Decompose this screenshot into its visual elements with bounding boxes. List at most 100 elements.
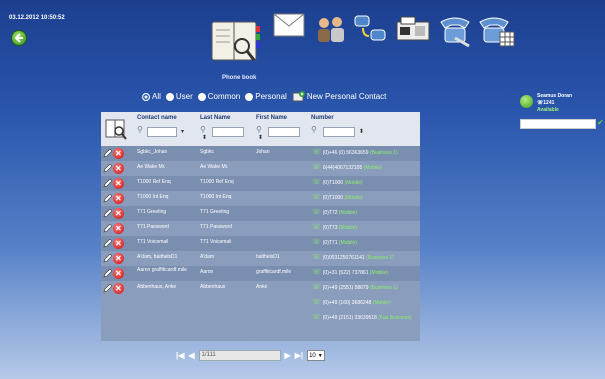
cell-first-name: graffiticardf.mile [256,269,292,275]
phone-number[interactable]: ☏ (0)+49 (2151) 33639518 (Fax Business) [312,313,416,321]
sort-arrow-icon[interactable]: ⬍ [202,134,207,141]
filter-personal[interactable]: Personal [245,92,287,101]
phone-number[interactable]: ☏ (0)+31 (522) 737861 (Mobile) [312,268,388,276]
page-size-select[interactable]: 10 ▼ [307,350,325,361]
radio-icon[interactable] [165,92,174,101]
delete-icon[interactable] [113,148,124,159]
table-row[interactable]: T71 Password T71 Password ☏(0)T73 (Mobile) [101,221,420,236]
back-button[interactable] [11,30,27,46]
delete-icon[interactable] [113,223,124,234]
users-icon[interactable] [312,14,350,44]
cell-last-name: Ae Wake Mr. [200,164,229,170]
radio-icon[interactable] [197,92,206,101]
status-message-input[interactable] [520,119,596,129]
last-name-filter-input[interactable] [212,127,244,137]
edit-icon[interactable] [103,209,112,218]
first-page-button[interactable]: |◀ [176,351,184,360]
presence-icon [520,95,533,108]
table-row[interactable]: Aaron graffiticardf.mile Aaron graffiticar… [101,266,420,281]
edit-icon[interactable] [103,179,112,188]
edit-icon[interactable] [103,149,112,158]
row-actions [103,163,128,174]
section-title: Phone book [222,75,257,81]
phone-number[interactable]: ☏ 0(44)4067132105 (Mobile) [312,163,382,171]
filter-all[interactable]: All [142,92,161,101]
prev-page-button[interactable]: ◀ [188,351,194,360]
cell-contact-name: T71 Voicemail [137,239,169,245]
phone-icon: ☏ [312,209,321,216]
phone-number[interactable]: ☏ (0)+46 (0) 56363659 (Business 1) [312,148,398,156]
add-contact-icon [292,91,305,102]
phone-number[interactable]: ☏ (0)T71 (Mobile) [312,238,357,246]
phone-icon: ☏ [312,164,321,171]
delete-icon[interactable] [113,178,124,189]
search-icon: ⚲ [200,125,206,134]
first-name-filter-input[interactable] [268,127,300,137]
column-contact-name[interactable]: Contact name [137,115,177,121]
table-row[interactable]: T71 Voicemail T71 Voicemail ☏(0)T71 (Mobil… [101,236,420,251]
delete-icon[interactable] [113,268,124,279]
edit-icon[interactable] [103,254,112,263]
search-icon: ⚲ [137,125,143,134]
number-filter-input[interactable] [323,127,355,137]
phone-number[interactable]: ☏ (0)T1000 (Mobile) [312,193,363,201]
call-transfer-icon[interactable] [353,14,389,46]
table-row[interactable]: T1000 Int Enq T1000 Int Enq ☏(0)T1000 (Mob… [101,191,420,206]
table-row[interactable]: Sgbkc_Johan Sgbkc Johan ☏(0)+46 (0) 5636365… [101,146,420,161]
row-actions [103,238,128,249]
fax-icon[interactable] [395,14,431,44]
table-row[interactable]: A'dam, balthelsD1 A'dam balthelsD1 ☏(0)0031… [101,251,420,266]
phone-icon: ☏ [312,149,321,156]
table-header: Contact name Last Name First Name Number… [101,112,420,146]
table-row[interactable]: T1000 Ref Enq T1000 Ref Enq ☏(0)T1000 (Mob… [101,176,420,191]
row-actions [103,268,128,279]
table-row[interactable]: T71 Greeting T71 Greeting ☏(0)T72 (Mobile) [101,206,420,221]
table-row[interactable]: Ae Wake Mr. Ae Wake Mr. ☏0(44)4067132105 (… [101,161,420,176]
page-input[interactable]: 1/111 [198,350,281,361]
phone-number[interactable]: ☏ (0)+49 (160) 3686248 (Mobile) [312,298,391,306]
column-last-name[interactable]: Last Name [200,115,230,121]
table-row[interactable]: Abbenhaus, Anke Abbenhaus Anke ☏(0)+49 (255… [101,281,420,341]
search-icon: ⚲ [256,125,262,134]
new-contact-button[interactable]: New Personal Contact [292,91,386,102]
delete-icon[interactable] [113,208,124,219]
filter-common[interactable]: Common [197,92,240,101]
column-first-name[interactable]: First Name [256,115,287,121]
cell-last-name: Sgbkc [200,149,214,155]
sort-arrow-icon[interactable]: ⬍ [258,134,263,141]
sort-arrow-icon[interactable]: ▾ [181,128,184,135]
radio-icon[interactable] [245,92,254,101]
cell-first-name: Johan [256,149,270,155]
phonebook-icon[interactable] [208,16,266,66]
phone-number[interactable]: ☏ (0)+49 (2551) 58679 (Business 1) [312,283,398,291]
last-page-button[interactable]: ▶| [295,351,303,360]
edit-icon[interactable] [103,284,112,293]
filter-user[interactable]: User [165,92,193,101]
delete-icon[interactable] [113,238,124,249]
radio-icon[interactable] [142,92,150,101]
contact-name-filter-input[interactable] [147,127,177,137]
edit-icon[interactable] [103,164,112,173]
delete-icon[interactable] [113,283,124,294]
phone-settings-icon[interactable] [437,12,473,48]
edit-icon[interactable] [103,224,112,233]
row-actions [103,253,128,264]
mail-icon[interactable] [272,10,308,40]
edit-icon[interactable] [103,194,112,203]
column-number[interactable]: Number [311,115,334,121]
delete-icon[interactable] [113,193,124,204]
phone-keypad-icon[interactable] [476,12,516,48]
cell-last-name: Aaron [200,269,214,275]
edit-icon[interactable] [103,269,112,278]
edit-icon[interactable] [103,239,112,248]
phone-number[interactable]: ☏ (0)T73 (Mobile) [312,223,357,231]
delete-icon[interactable] [113,163,124,174]
phone-icon: ☏ [312,239,321,246]
phone-number[interactable]: ☏ (0)T1000 (Mobile) [312,178,363,186]
phone-number[interactable]: ☏ (0)T72 (Mobile) [312,208,357,216]
delete-icon[interactable] [113,253,124,264]
next-page-button[interactable]: ▶ [285,351,291,360]
sort-arrow-icon[interactable]: ⬍ [359,128,364,135]
confirm-icon[interactable]: ✔ [597,119,604,127]
phone-number[interactable]: ☏ (0)0031250761141 (Business 1) [312,253,394,261]
